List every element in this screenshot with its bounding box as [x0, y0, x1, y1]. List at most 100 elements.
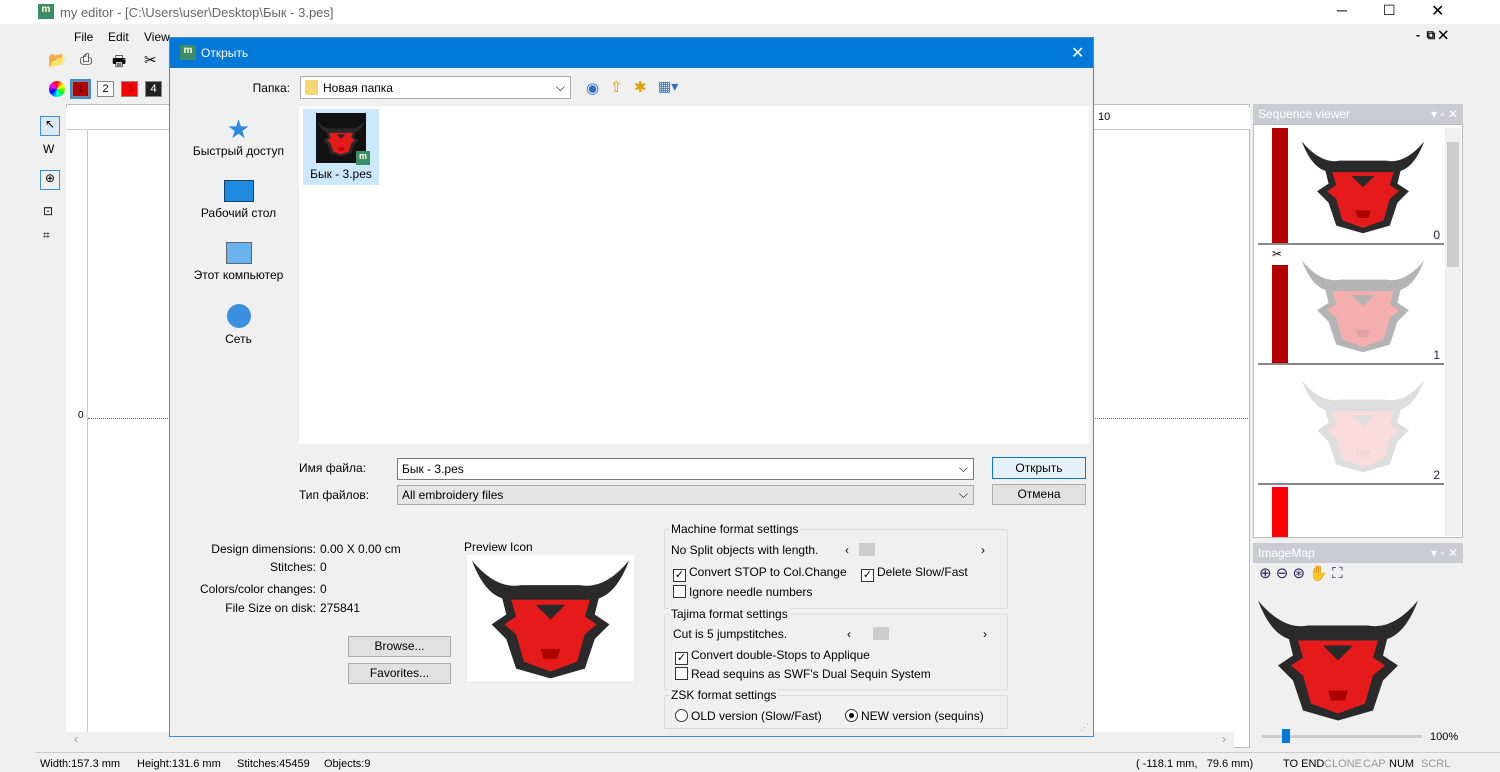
- panel-controls[interactable]: ▾ ▫ ✕: [1431, 546, 1458, 560]
- sequence-item[interactable]: 0: [1258, 128, 1444, 245]
- menu-file[interactable]: File: [74, 30, 93, 44]
- new-folder-icon[interactable]: ✱: [634, 78, 647, 96]
- stitch-tool-icon[interactable]: W: [43, 142, 54, 156]
- chevron-down-icon: ⌵: [958, 487, 968, 501]
- zsk-format-group: ZSK format settings OLD version (Slow/Fa…: [664, 688, 1008, 729]
- zoom-all-icon[interactable]: ⊡: [43, 204, 53, 218]
- browse-button[interactable]: Browse...: [348, 636, 451, 657]
- convert-stop-checkbox[interactable]: ✓ Convert STOP to Col.Change: [673, 565, 847, 582]
- chevron-down-icon: ⌵: [555, 80, 565, 94]
- zoom-out-icon[interactable]: ⊖: [1276, 565, 1289, 582]
- zoom-in-icon[interactable]: ⊕: [1259, 565, 1272, 582]
- folder-value: Новая папка: [323, 81, 393, 95]
- chevron-down-icon[interactable]: ⌵: [959, 461, 968, 476]
- filetype-label: Тип файлов:: [299, 488, 370, 502]
- cut-icon[interactable]: ✂: [144, 51, 157, 69]
- split-label: No Split objects with length.: [671, 543, 819, 557]
- place-this-pc[interactable]: Этот компьютер: [181, 242, 296, 282]
- fit-frame-icon[interactable]: ⛶: [1332, 565, 1343, 582]
- color-swatch-2[interactable]: 2: [97, 81, 114, 97]
- favorites-button[interactable]: Favorites...: [348, 663, 451, 684]
- filetype-select[interactable]: All embroidery files ⌵: [397, 485, 974, 505]
- dialog-close-button[interactable]: ✕: [1071, 43, 1084, 63]
- ignore-needle-checkbox[interactable]: Ignore needle numbers: [673, 585, 812, 599]
- double-stops-checkbox[interactable]: ✓ Convert double-Stops to Applique: [675, 648, 870, 665]
- main-toolbar: 📂 ⎙ 🖶 ✂: [36, 48, 176, 74]
- split-slider[interactable]: ‹ ›: [845, 543, 985, 557]
- checkbox-label: Convert double-Stops to Applique: [691, 648, 870, 662]
- mdi-controls[interactable]: - ⧉ ✕: [1416, 28, 1448, 43]
- computer-icon: [225, 242, 252, 264]
- sequence-item[interactable]: ✂ 1: [1258, 247, 1444, 365]
- info-value: 0: [320, 560, 327, 574]
- imagemap-zoom-slider[interactable]: [1262, 729, 1422, 743]
- color-swatch-3[interactable]: 3: [121, 81, 138, 97]
- place-label: Сеть: [225, 332, 252, 346]
- status-objects: Objects:9: [324, 758, 371, 770]
- preview-image: [467, 555, 634, 681]
- sequins-checkbox[interactable]: Read sequins as SWF's Dual Sequin System: [675, 667, 931, 681]
- menu-edit[interactable]: Edit: [108, 30, 129, 44]
- folder-icon: [305, 80, 318, 95]
- pan-hand-icon[interactable]: ✋: [1309, 565, 1328, 582]
- sequence-index: 1: [1433, 348, 1440, 362]
- info-label: Design dimensions:: [211, 542, 316, 556]
- color-swatch-1[interactable]: 1: [70, 79, 91, 99]
- zoom-auto-icon[interactable]: ⊛: [1293, 565, 1306, 582]
- status-to-end: TO END: [1283, 758, 1325, 770]
- folder-select[interactable]: Новая папка ⌵: [300, 76, 571, 99]
- zoom-tool-icon[interactable]: ⊕: [40, 170, 60, 190]
- info-label: Stitches:: [269, 560, 316, 574]
- folder-label: Папка:: [252, 81, 290, 95]
- filename-input[interactable]: Бык - 3.pes ⌵: [397, 458, 974, 480]
- color-swatch-4[interactable]: 4: [145, 81, 162, 97]
- cut-slider[interactable]: ‹ ›: [847, 627, 987, 641]
- info-value: 275841: [320, 601, 361, 615]
- dialog-title: Открыть: [201, 46, 249, 60]
- checkbox-label: Convert STOP to Col.Change: [689, 565, 847, 579]
- checkbox-label: Delete Slow/Fast: [877, 565, 968, 579]
- group-title: ZSK format settings: [669, 688, 779, 702]
- app-logo-icon: m: [38, 4, 54, 19]
- checkbox-label: Read sequins as SWF's Dual Sequin System: [691, 667, 931, 681]
- back-icon[interactable]: ◉: [586, 79, 599, 97]
- place-desktop[interactable]: Рабочий стол: [181, 180, 296, 220]
- select-tool-icon[interactable]: ↖: [40, 116, 60, 136]
- pes-file-icon: m: [316, 113, 370, 165]
- close-button[interactable]: ✕: [1431, 1, 1444, 21]
- import-icon[interactable]: ⎙: [80, 51, 92, 68]
- cancel-button[interactable]: Отмена: [992, 484, 1086, 505]
- panel-controls[interactable]: ▾ ▫ ✕: [1431, 107, 1458, 121]
- open-button[interactable]: Открыть: [992, 457, 1086, 479]
- minimize-button[interactable]: ─: [1337, 2, 1347, 18]
- imagemap-preview[interactable]: [1253, 588, 1423, 728]
- status-height: Height:131.6 mm: [137, 758, 221, 770]
- zsk-old-radio[interactable]: OLD version (Slow/Fast): [675, 709, 822, 723]
- sequence-item[interactable]: [1272, 487, 1288, 537]
- status-scrl: SCRL: [1421, 758, 1451, 770]
- place-quick-access[interactable]: ★ Быстрый доступ: [181, 114, 296, 158]
- fit-icon[interactable]: ⌗: [43, 228, 50, 243]
- print-icon[interactable]: 🖶: [112, 51, 126, 76]
- sequence-item[interactable]: 2: [1258, 367, 1444, 485]
- up-folder-icon[interactable]: ⇧: [610, 78, 623, 96]
- delete-slow-checkbox[interactable]: ✓ Delete Slow/Fast: [861, 565, 968, 582]
- view-menu-icon[interactable]: ▦▾: [658, 78, 678, 95]
- sequence-scrollbar[interactable]: [1445, 128, 1461, 536]
- open-icon[interactable]: 📂: [48, 51, 67, 69]
- file-list[interactable]: m Бык - 3.pes: [299, 106, 1089, 444]
- file-item[interactable]: m Бык - 3.pes: [303, 109, 379, 185]
- zsk-new-radio[interactable]: NEW version (sequins): [845, 709, 984, 723]
- imagemap-header: ImageMap ▾ ▫ ✕: [1253, 543, 1463, 563]
- resize-grip-icon[interactable]: ⋰: [1080, 722, 1089, 733]
- maximize-button[interactable]: ☐: [1383, 2, 1396, 19]
- color-wheel-icon[interactable]: [49, 81, 65, 97]
- menu-view[interactable]: View: [144, 30, 170, 44]
- place-network[interactable]: Сеть: [181, 304, 296, 346]
- place-label: Рабочий стол: [200, 206, 277, 220]
- sequence-index: 0: [1433, 228, 1440, 242]
- status-cap: CAP: [1363, 758, 1386, 770]
- file-name: Бык - 3.pes: [310, 167, 372, 181]
- group-title: Tajima format settings: [669, 607, 790, 621]
- radio-label: OLD version (Slow/Fast): [691, 709, 822, 723]
